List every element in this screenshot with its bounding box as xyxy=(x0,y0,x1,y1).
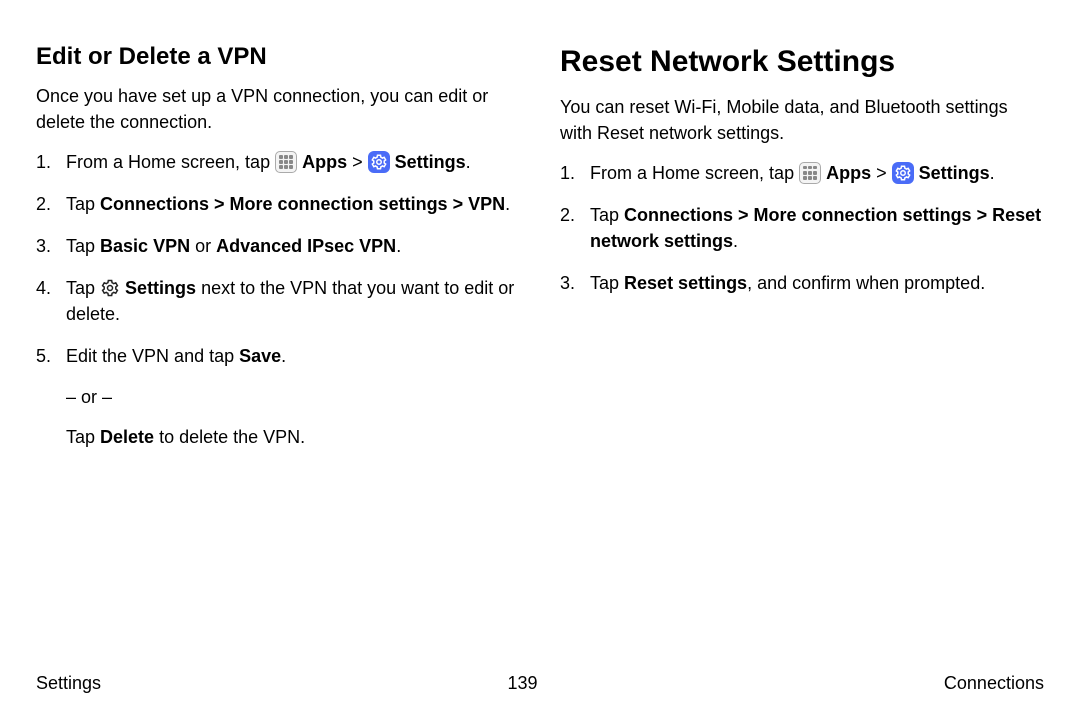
left-intro: Once you have set up a VPN connection, y… xyxy=(36,83,520,135)
apps-label: Apps xyxy=(302,152,347,172)
left-heading: Edit or Delete a VPN xyxy=(36,40,520,75)
gear-icon xyxy=(100,278,120,298)
text: Tap xyxy=(66,278,100,298)
right-step-3: Tap Reset settings, and confirm when pro… xyxy=(560,270,1044,296)
text-a: Edit the VPN and tap xyxy=(66,346,239,366)
delete-line: Tap Delete to delete the VPN. xyxy=(66,424,520,450)
settings-label: Settings xyxy=(125,278,196,298)
right-steps: From a Home screen, tap Apps > Settings.… xyxy=(560,160,1044,296)
text: Tap xyxy=(590,273,624,293)
footer: Settings 139 Connections xyxy=(36,670,1044,696)
period: . xyxy=(466,152,471,172)
settings-label: Settings xyxy=(919,163,990,183)
advanced-ipsec: Advanced IPsec VPN xyxy=(216,236,396,256)
right-step-2: Tap Connections > More connection settin… xyxy=(560,202,1044,254)
or: or xyxy=(190,236,216,256)
right-intro: You can reset Wi-Fi, Mobile data, and Bl… xyxy=(560,94,1044,146)
right-heading: Reset Network Settings xyxy=(560,40,1044,84)
apps-icon xyxy=(799,162,821,184)
text: Tap xyxy=(66,236,100,256)
period: . xyxy=(281,346,286,366)
footer-page-number: 139 xyxy=(507,670,537,696)
text: Tap xyxy=(590,205,624,225)
delete: Delete xyxy=(100,427,154,447)
text-d: Tap xyxy=(66,427,100,447)
content-columns: Edit or Delete a VPN Once you have set u… xyxy=(36,40,1044,466)
text-f: to delete the VPN. xyxy=(154,427,305,447)
path: Connections > More connection settings >… xyxy=(100,194,505,214)
period: . xyxy=(396,236,401,256)
or-divider: – or – xyxy=(66,384,520,410)
left-steps: From a Home screen, tap Apps > Settings.… xyxy=(36,149,520,450)
reset-settings: Reset settings xyxy=(624,273,747,293)
right-column: Reset Network Settings You can reset Wi-… xyxy=(560,40,1044,466)
separator: > xyxy=(352,152,368,172)
period: . xyxy=(990,163,995,183)
separator: > xyxy=(876,163,892,183)
apps-label: Apps xyxy=(826,163,871,183)
left-step-4: Tap Settings next to the VPN that you wa… xyxy=(36,275,520,327)
settings-blue-icon xyxy=(368,151,390,173)
footer-left: Settings xyxy=(36,670,101,696)
period: . xyxy=(505,194,510,214)
left-step-1: From a Home screen, tap Apps > Settings. xyxy=(36,149,520,175)
text: Tap xyxy=(66,194,100,214)
left-step-2: Tap Connections > More connection settin… xyxy=(36,191,520,217)
save: Save xyxy=(239,346,281,366)
period: . xyxy=(733,231,738,251)
settings-blue-icon xyxy=(892,162,914,184)
text: From a Home screen, tap xyxy=(66,152,275,172)
basic-vpn: Basic VPN xyxy=(100,236,190,256)
left-step-5: Edit the VPN and tap Save. – or – Tap De… xyxy=(36,343,520,449)
footer-right: Connections xyxy=(944,670,1044,696)
right-step-1: From a Home screen, tap Apps > Settings. xyxy=(560,160,1044,186)
apps-icon xyxy=(275,151,297,173)
left-step-3: Tap Basic VPN or Advanced IPsec VPN. xyxy=(36,233,520,259)
rest: , and confirm when prompted. xyxy=(747,273,985,293)
path: Connections > More connection settings >… xyxy=(590,205,1041,251)
text: From a Home screen, tap xyxy=(590,163,799,183)
left-column: Edit or Delete a VPN Once you have set u… xyxy=(36,40,520,466)
settings-label: Settings xyxy=(395,152,466,172)
